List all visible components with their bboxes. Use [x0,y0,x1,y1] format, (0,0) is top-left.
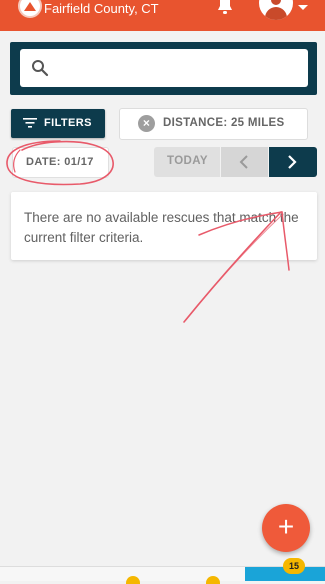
today-button[interactable]: TODAY [154,147,220,177]
distance-filter-chip[interactable]: × DISTANCE: 25 MILES [119,108,308,140]
nav-item-indicator-icon[interactable] [206,576,220,584]
empty-results-card: There are no available rescues that matc… [11,192,317,260]
notification-bell-icon[interactable] [217,0,233,21]
search-panel [10,42,317,95]
account-menu-caret-icon[interactable] [298,5,308,10]
search-icon [32,60,49,77]
nav-item-indicator-icon[interactable] [126,576,140,584]
bottom-navigation: 15 [0,558,325,584]
distance-filter-label: DISTANCE: 25 MILES [163,117,285,129]
date-filter-label: DATE: 01/17 [26,156,94,168]
app-header: Fairfield County, CT [0,0,325,31]
notification-count-badge: 15 [283,558,305,574]
chevron-left-icon [239,155,248,169]
previous-day-button[interactable] [221,147,268,177]
date-filter-chip[interactable]: DATE: 01/17 [12,147,109,178]
page-title: Fairfield County, CT [44,1,159,16]
search-input[interactable] [62,57,302,81]
add-rescue-button[interactable]: + [262,504,310,552]
today-button-label: TODAY [167,155,208,167]
remove-filter-icon[interactable]: × [138,115,155,132]
next-day-button[interactable] [269,147,317,177]
filters-button-label: FILTERS [44,117,92,129]
user-avatar-icon[interactable] [259,0,293,20]
filters-button[interactable]: FILTERS [11,109,105,138]
search-box[interactable] [20,49,308,87]
county-logo-icon [18,0,42,18]
empty-results-message: There are no available rescues that matc… [24,210,299,245]
chevron-right-icon [288,155,297,169]
filter-lines-icon [23,118,37,128]
